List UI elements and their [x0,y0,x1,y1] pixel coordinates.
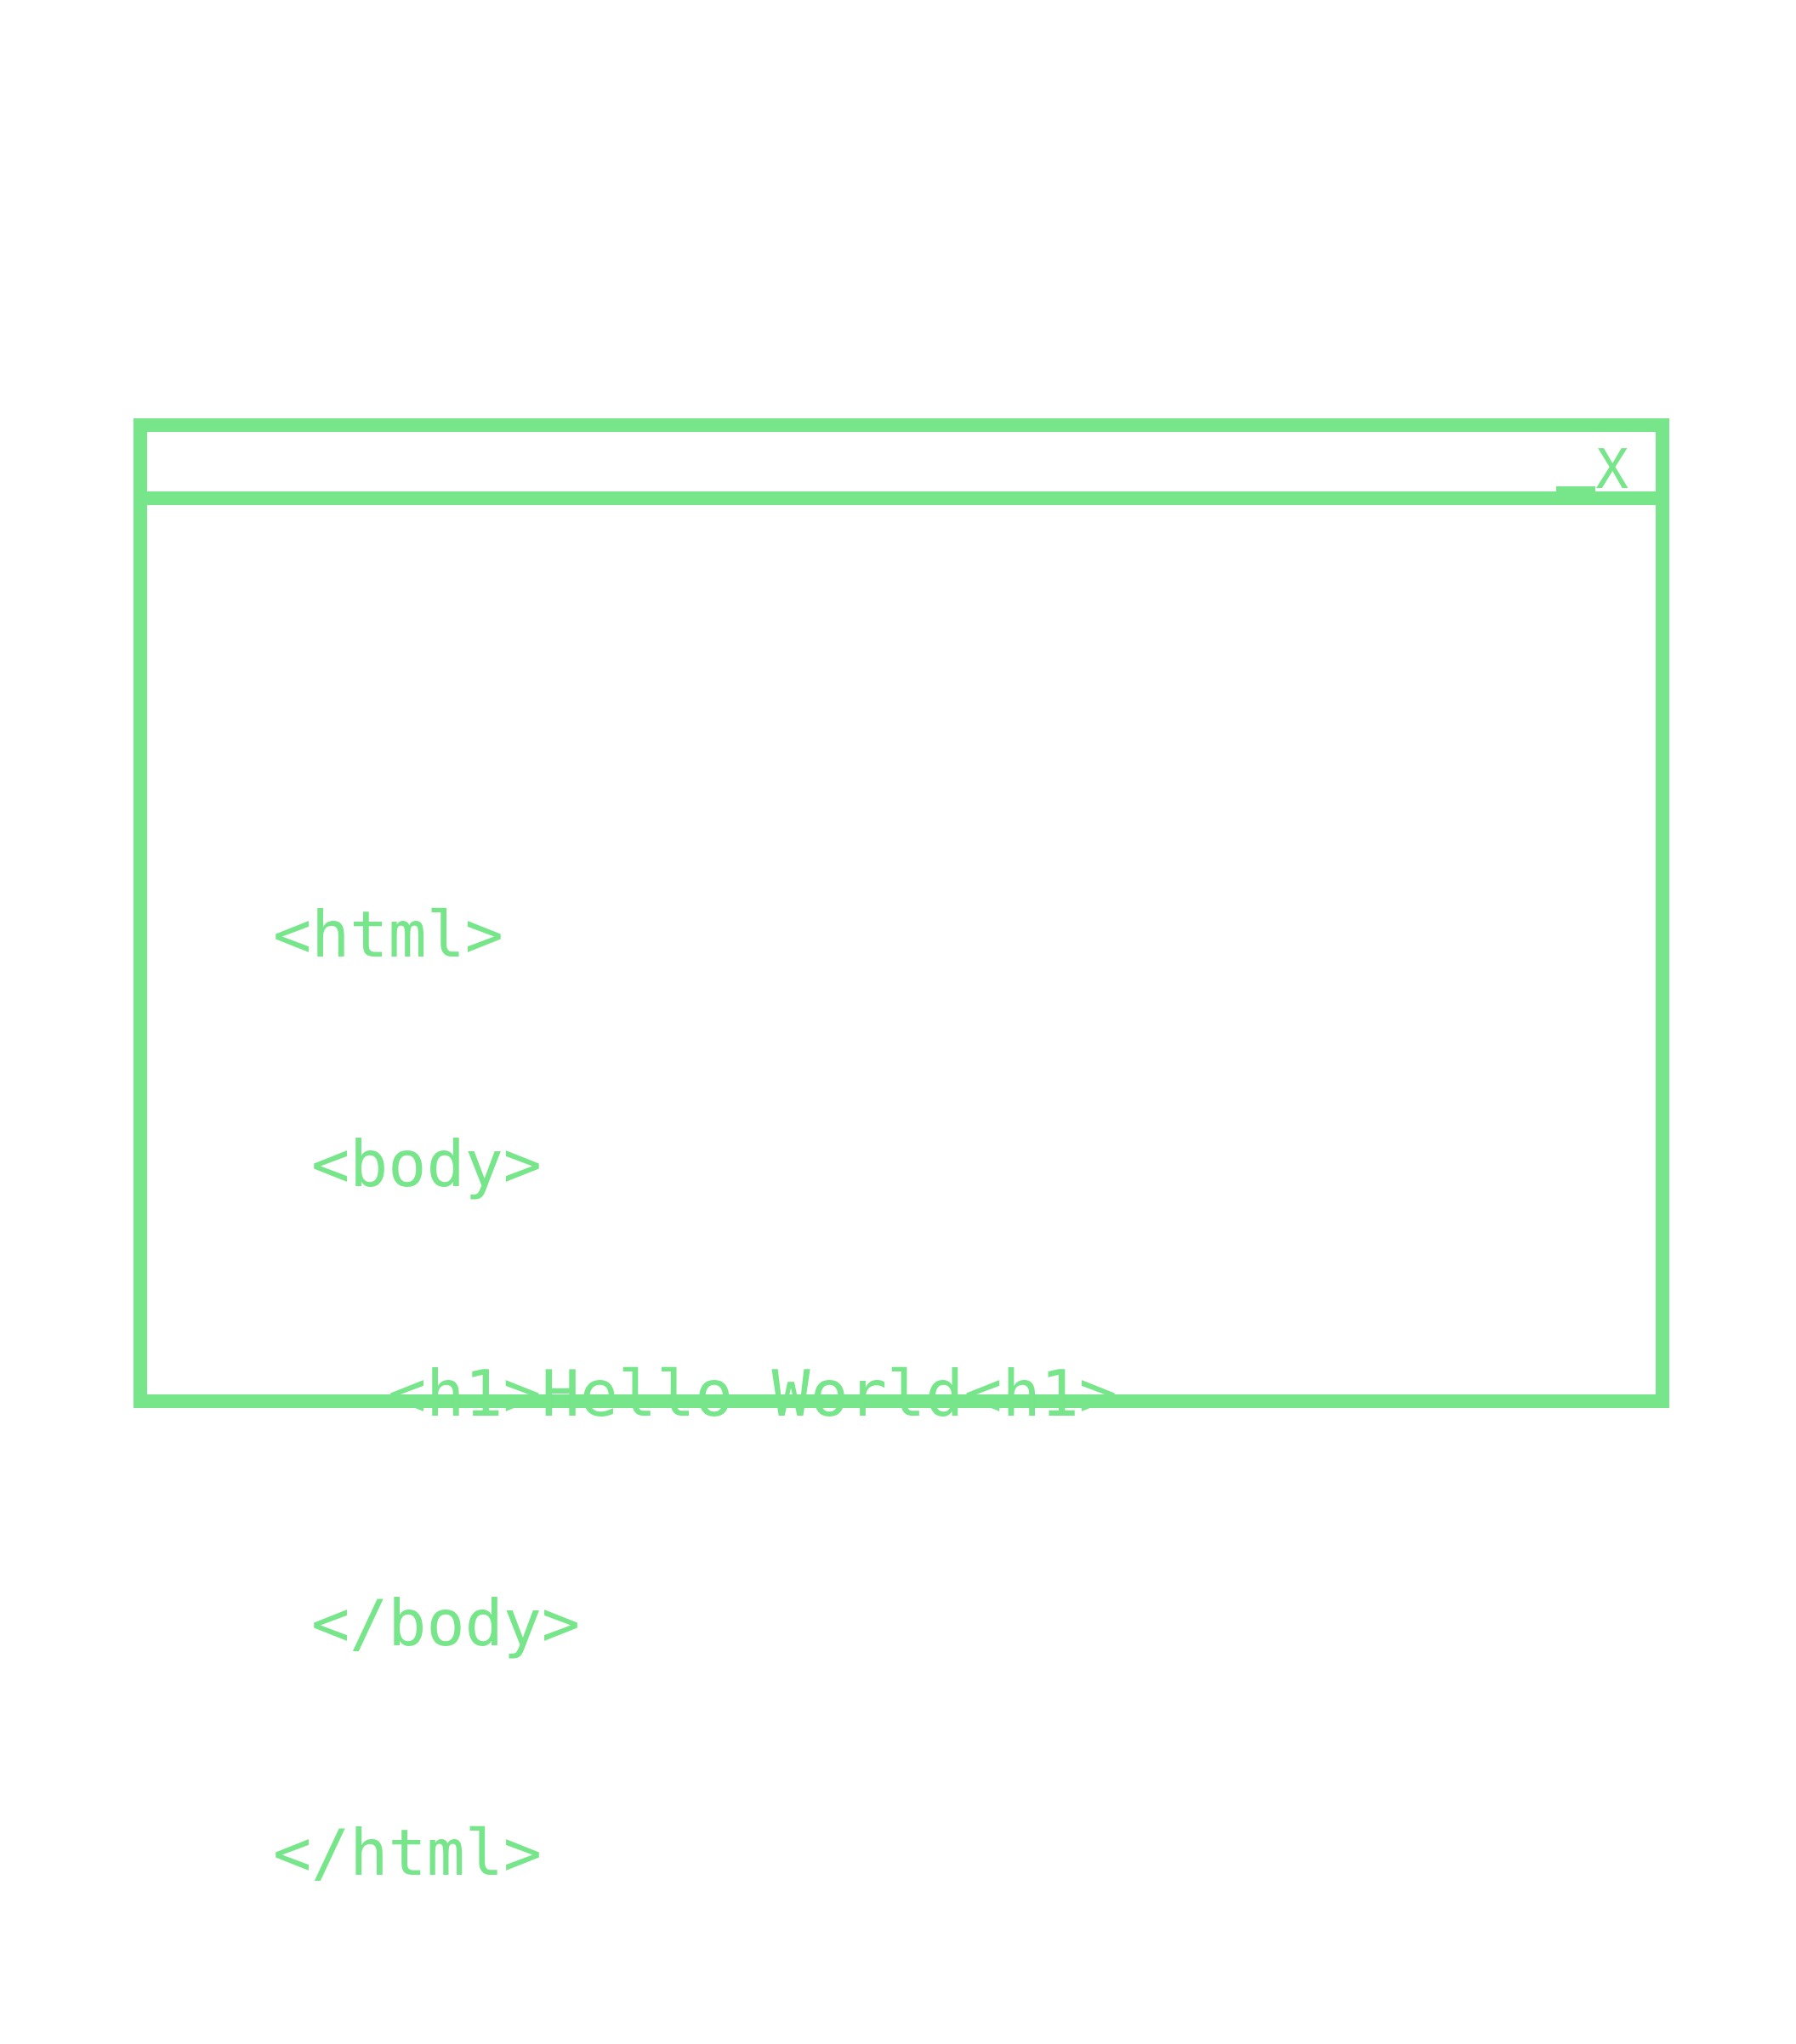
code-block: <html> <body> <h1>Hello World<h1> </body… [273,743,1117,2044]
code-editor[interactable]: <html> <body> <h1>Hello World<h1> </body… [147,505,1656,1890]
code-line: <body> [311,1127,542,1201]
code-line: </html> [273,1815,543,1890]
code-line: <h1>Hello World<h1> [388,1356,1117,1431]
window-controls: X [1556,443,1628,497]
window-titlebar[interactable]: X [147,432,1656,505]
code-window: X <html> <body> <h1>Hello World<h1> </bo… [134,418,1669,1890]
code-line: </body> [311,1586,581,1661]
close-button[interactable]: X [1595,443,1628,497]
code-line: <html> [273,897,503,972]
minimize-icon[interactable] [1556,446,1596,495]
